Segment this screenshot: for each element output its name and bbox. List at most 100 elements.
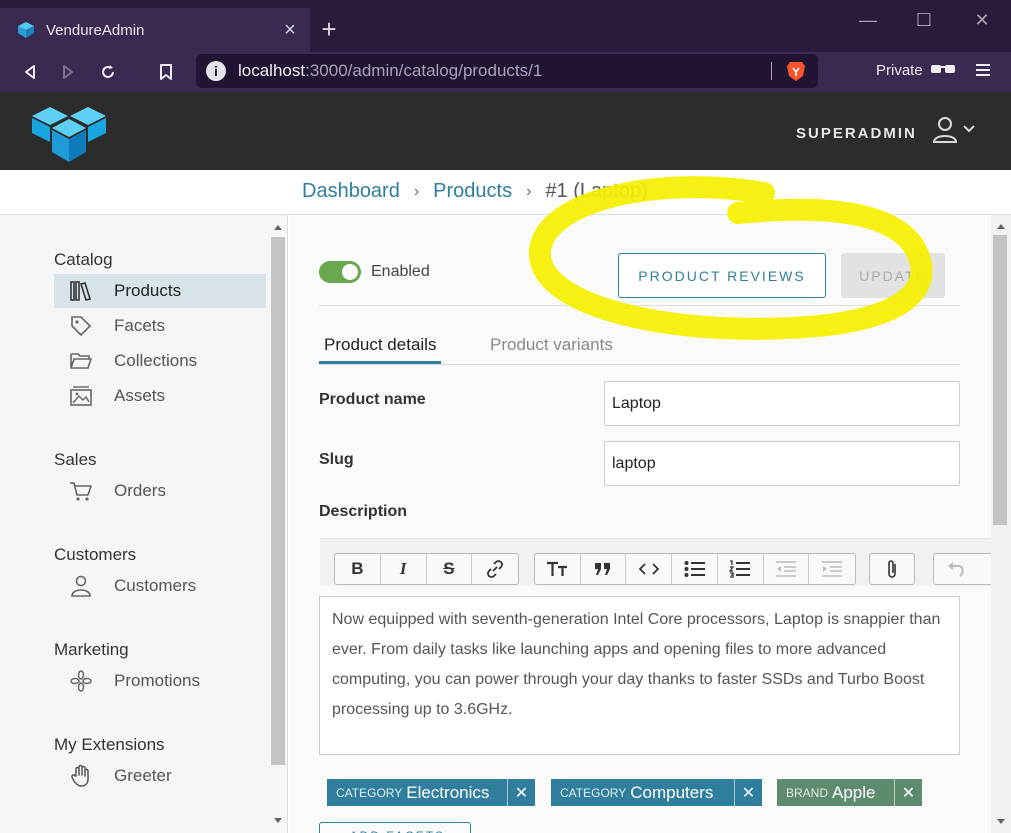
scroll-up-icon[interactable] bbox=[273, 223, 283, 231]
shopping-cart-icon bbox=[68, 480, 94, 502]
facet-key: CATEGORY bbox=[336, 785, 403, 800]
history-group bbox=[933, 553, 993, 585]
sidebar-item-label: Collections bbox=[114, 351, 198, 370]
facet-key: CATEGORY bbox=[560, 785, 627, 800]
sidebar-section-catalog: Catalog bbox=[54, 250, 113, 269]
product-name-label: Product name bbox=[319, 391, 426, 408]
outdent-icon[interactable] bbox=[764, 554, 810, 584]
scroll-down-icon[interactable] bbox=[273, 817, 283, 825]
facet-chip-brand-apple: BRAND Apple ✕ bbox=[777, 779, 922, 806]
facet-chip-category-electronics: CATEGORY Electronics ✕ bbox=[327, 779, 535, 806]
sidebar-scrollbar[interactable] bbox=[271, 237, 285, 765]
strikethrough-icon[interactable]: S bbox=[427, 554, 473, 584]
image-gallery-icon bbox=[68, 385, 94, 407]
folder-open-icon bbox=[68, 350, 94, 372]
bullet-list-icon[interactable] bbox=[672, 554, 718, 584]
sidebar-item-collections[interactable]: Collections bbox=[54, 344, 266, 378]
hand-wave-icon bbox=[68, 764, 94, 787]
slug-label: Slug bbox=[319, 451, 354, 468]
scroll-up-icon[interactable] bbox=[996, 222, 1006, 230]
forward-icon[interactable] bbox=[52, 56, 84, 88]
update-button[interactable]: UPDATE bbox=[841, 253, 945, 298]
blockquote-icon[interactable] bbox=[581, 554, 627, 584]
product-name-input[interactable] bbox=[604, 381, 960, 426]
italic-icon[interactable]: I bbox=[381, 554, 427, 584]
remove-facet-icon[interactable]: ✕ bbox=[734, 779, 762, 806]
divider bbox=[319, 305, 960, 306]
brave-shields-icon[interactable] bbox=[786, 60, 806, 82]
toggle-knob bbox=[342, 264, 358, 280]
vendure-logo-icon[interactable] bbox=[30, 102, 108, 164]
window-close-icon[interactable]: ✕ bbox=[957, 6, 1007, 34]
facet-chip-category-computers: CATEGORY Computers ✕ bbox=[551, 779, 762, 806]
browser-tab[interactable]: VendureAdmin × bbox=[0, 8, 310, 52]
sidebar-item-assets[interactable]: Assets bbox=[54, 379, 266, 413]
close-tab-icon[interactable]: × bbox=[270, 19, 310, 42]
product-reviews-button[interactable]: PRODUCT REVIEWS bbox=[618, 253, 826, 298]
bookmark-icon[interactable] bbox=[150, 56, 182, 88]
code-icon[interactable] bbox=[626, 554, 673, 584]
hamburger-menu-icon[interactable] bbox=[974, 61, 992, 79]
add-facets-button[interactable]: + ADD FACETS bbox=[319, 822, 471, 833]
block-group bbox=[534, 553, 856, 585]
scroll-down-icon[interactable] bbox=[996, 818, 1006, 826]
product-detail-panel: Enabled PRODUCT REVIEWS UPDATE Product d… bbox=[289, 215, 993, 833]
back-icon[interactable] bbox=[14, 56, 46, 88]
undo-icon[interactable] bbox=[934, 554, 980, 584]
breadcrumb-dashboard[interactable]: Dashboard bbox=[302, 180, 400, 203]
enabled-toggle[interactable] bbox=[319, 261, 361, 283]
description-editor[interactable]: Now equipped with seventh-generation Int… bbox=[319, 596, 960, 755]
sidebar-item-facets[interactable]: Facets bbox=[54, 309, 266, 343]
sidebar-item-label: Orders bbox=[114, 481, 166, 500]
indent-icon[interactable] bbox=[809, 554, 855, 584]
sidebar-section-marketing: Marketing bbox=[54, 640, 129, 659]
sidebar-item-label: Facets bbox=[114, 316, 166, 335]
user-avatar-icon[interactable] bbox=[932, 116, 958, 144]
minimize-icon[interactable]: — bbox=[843, 6, 893, 34]
new-tab-button[interactable]: + bbox=[316, 14, 342, 44]
sidebar-item-label: Products bbox=[114, 281, 182, 300]
format-group: B I S bbox=[334, 553, 519, 585]
description-label: Description bbox=[319, 503, 408, 520]
bold-icon[interactable]: B bbox=[335, 554, 381, 584]
breadcrumb-products[interactable]: Products bbox=[433, 180, 512, 203]
private-glasses-icon bbox=[931, 65, 955, 73]
address-bar[interactable]: i localhost:3000/admin/catalog/products/… bbox=[196, 54, 818, 88]
sidebar-item-orders[interactable]: Orders bbox=[54, 474, 266, 508]
sidebar-item-promotions[interactable]: Promotions bbox=[54, 664, 266, 698]
remove-facet-icon[interactable]: ✕ bbox=[507, 779, 535, 806]
facet-value: Electronics bbox=[406, 782, 490, 802]
user-icon bbox=[68, 575, 94, 597]
tab-product-variants[interactable]: Product variants bbox=[490, 335, 613, 361]
sidebar-item-products[interactable]: Products bbox=[54, 274, 266, 308]
facet-key: BRAND bbox=[786, 785, 829, 800]
breadcrumb-current: #1 (Laptop) bbox=[545, 180, 648, 202]
sidebar-section-my-extensions: My Extensions bbox=[54, 735, 165, 754]
link-icon[interactable] bbox=[472, 554, 518, 584]
paperclip-icon[interactable] bbox=[870, 554, 914, 584]
reload-icon[interactable] bbox=[92, 56, 124, 88]
sidebar-item-label: Greeter bbox=[114, 766, 172, 785]
remove-facet-icon[interactable]: ✕ bbox=[894, 779, 922, 806]
rich-text-toolbar: B I S bbox=[320, 538, 993, 586]
browser-tab-title: VendureAdmin bbox=[46, 21, 145, 39]
tab-product-details[interactable]: Product details bbox=[319, 335, 442, 364]
heading-icon[interactable] bbox=[535, 554, 581, 584]
private-window-label: Private bbox=[876, 62, 923, 79]
product-tabs: Product details Product variants bbox=[319, 333, 960, 365]
sidebar-item-greeter[interactable]: Greeter bbox=[54, 759, 266, 793]
site-info-icon[interactable]: i bbox=[206, 61, 226, 81]
slug-input[interactable] bbox=[604, 441, 960, 486]
vendure-favicon-icon bbox=[18, 22, 34, 38]
attachment-group bbox=[869, 553, 915, 585]
sidebar-item-label: Assets bbox=[114, 386, 166, 405]
chevron-down-icon[interactable] bbox=[962, 124, 976, 134]
sidebar-item-customers[interactable]: Customers bbox=[54, 569, 266, 603]
address-bar-divider bbox=[771, 62, 772, 80]
user-name-label[interactable]: SUPERADMIN bbox=[796, 125, 917, 142]
ordered-list-icon[interactable] bbox=[718, 554, 764, 584]
maximize-icon[interactable]: ☐ bbox=[899, 6, 949, 34]
facet-value: Apple bbox=[832, 782, 876, 802]
main-scrollbar[interactable] bbox=[993, 235, 1007, 525]
sidebar-item-label: Promotions bbox=[114, 671, 200, 690]
